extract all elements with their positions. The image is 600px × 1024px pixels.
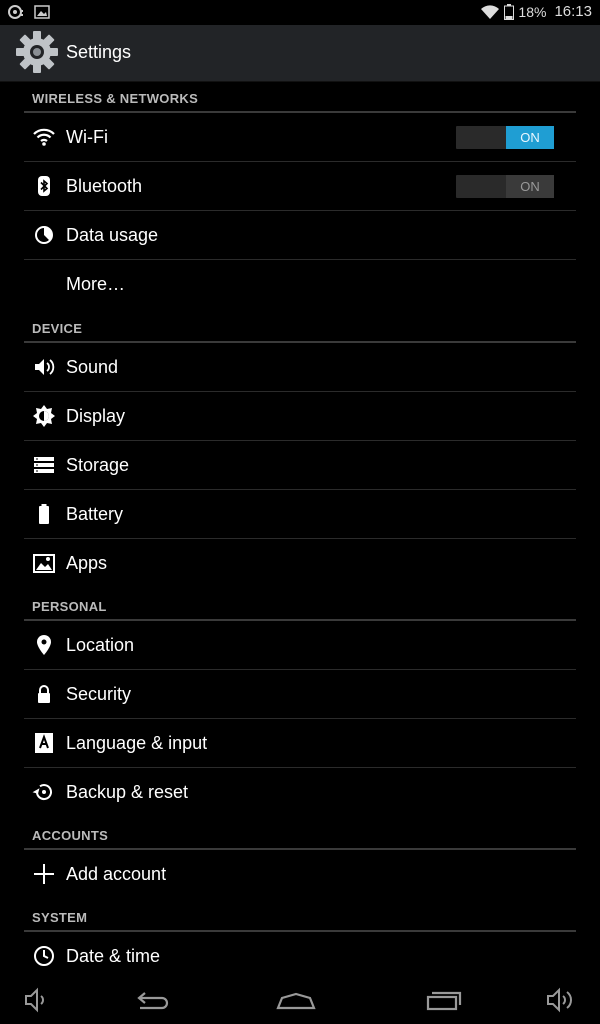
settings-list: WIRELESS & NETWORKS Wi-Fi ON Bluetooth O…	[24, 81, 576, 980]
language-icon	[32, 731, 56, 755]
spinner-notification-icon	[8, 4, 24, 20]
settings-gear-icon[interactable]	[14, 29, 60, 75]
data-usage-icon	[32, 223, 56, 247]
action-bar: Settings	[0, 25, 600, 82]
section-title: ACCOUNTS	[32, 828, 109, 843]
settings-item-label: Add account	[66, 864, 167, 884]
wifi-toggle[interactable]: ON	[456, 126, 554, 149]
settings-item-label: Display	[66, 406, 126, 426]
sound-icon	[32, 355, 56, 379]
section-title: DEVICE	[32, 321, 83, 336]
bluetooth-icon	[32, 174, 56, 198]
home-icon[interactable]	[274, 986, 318, 1014]
settings-item-add-account[interactable]: Add account	[24, 850, 576, 898]
status-bar: 18% 16:13	[0, 0, 600, 25]
settings-item-backup[interactable]: Backup & reset	[24, 768, 576, 816]
settings-item-sound[interactable]: Sound	[24, 343, 576, 392]
battery-icon	[504, 3, 515, 20]
section-title: SYSTEM	[32, 910, 88, 925]
backup-restore-icon	[32, 780, 56, 804]
section-header-wireless: WIRELESS & NETWORKS	[24, 81, 576, 113]
lock-icon	[32, 682, 56, 706]
settings-item-label: Backup & reset	[66, 782, 189, 802]
section-header-personal: PERSONAL	[24, 587, 576, 621]
volume-down-icon[interactable]	[22, 986, 58, 1014]
section-title: WIRELESS & NETWORKS	[32, 91, 199, 106]
clock-time: 16:13	[554, 3, 592, 20]
settings-item-label: Language & input	[66, 733, 208, 753]
storage-icon	[32, 453, 56, 477]
plus-icon	[32, 862, 56, 886]
section-header-accounts: ACCOUNTS	[24, 816, 576, 850]
section-title: PERSONAL	[32, 599, 107, 614]
settings-item-data-usage[interactable]: Data usage	[24, 211, 576, 260]
section-header-device: DEVICE	[24, 308, 576, 343]
settings-item-date-time[interactable]: Date & time	[24, 932, 576, 980]
settings-item-label: Security	[66, 684, 132, 704]
recent-apps-icon[interactable]	[424, 986, 464, 1014]
settings-item-location[interactable]: Location	[24, 621, 576, 670]
display-icon	[32, 404, 56, 428]
apps-icon	[32, 551, 56, 575]
settings-item-label: Wi-Fi	[66, 127, 108, 147]
settings-item-wifi[interactable]: Wi-Fi ON	[24, 113, 576, 162]
settings-item-display[interactable]: Display	[24, 392, 576, 441]
wifi-icon	[32, 125, 56, 149]
settings-item-battery[interactable]: Battery	[24, 490, 576, 539]
settings-item-label: Data usage	[66, 225, 159, 245]
volume-up-icon[interactable]	[544, 986, 580, 1014]
bluetooth-toggle[interactable]: ON	[456, 175, 554, 198]
wifi-toggle-knob: ON	[506, 126, 554, 149]
location-pin-icon	[32, 633, 56, 657]
settings-item-label: More…	[66, 274, 126, 294]
settings-item-more[interactable]: More…	[24, 260, 576, 308]
settings-item-label: Battery	[66, 504, 124, 524]
settings-item-language[interactable]: Language & input	[24, 719, 576, 768]
clock-icon	[32, 944, 56, 968]
battery-percent: 18%	[518, 3, 547, 20]
settings-item-storage[interactable]: Storage	[24, 441, 576, 490]
settings-item-label: Bluetooth	[66, 176, 143, 196]
settings-item-label: Apps	[66, 553, 108, 573]
navigation-bar	[0, 976, 600, 1024]
settings-item-label: Date & time	[66, 946, 161, 966]
battery-icon	[32, 502, 56, 526]
settings-item-security[interactable]: Security	[24, 670, 576, 719]
page-title: Settings	[66, 42, 132, 62]
bluetooth-toggle-knob: ON	[506, 175, 554, 198]
back-icon[interactable]	[132, 986, 172, 1014]
settings-item-apps[interactable]: Apps	[24, 539, 576, 587]
settings-item-label: Location	[66, 635, 135, 655]
settings-item-label: Sound	[66, 357, 119, 377]
settings-item-bluetooth[interactable]: Bluetooth ON	[24, 162, 576, 211]
image-notification-icon	[34, 4, 50, 20]
settings-item-label: Storage	[66, 455, 130, 475]
section-header-system: SYSTEM	[24, 898, 576, 932]
wifi-icon	[480, 4, 500, 20]
